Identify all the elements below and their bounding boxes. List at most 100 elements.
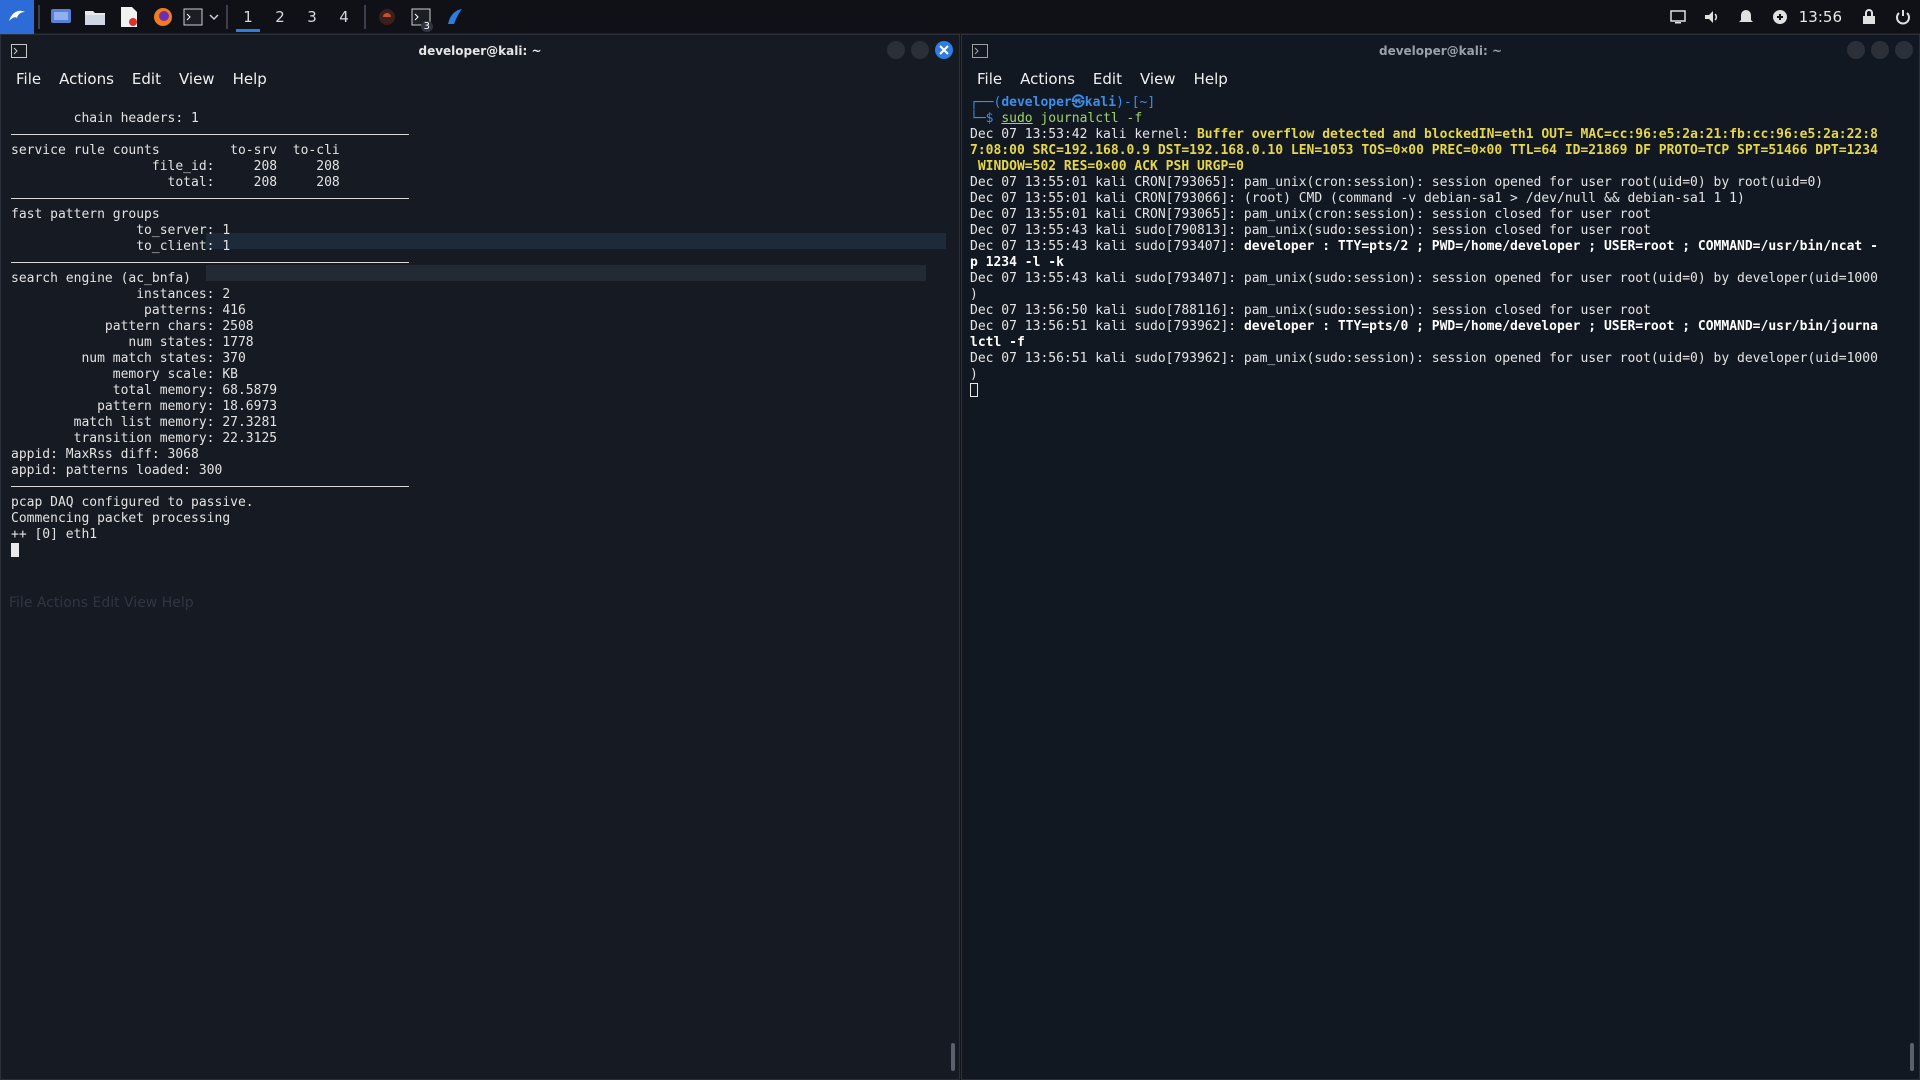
divider (11, 486, 409, 487)
log-line: Dec 07 13:55:43 kali sudo[790813]: pam_u… (970, 223, 1651, 238)
term-line: appid: patterns loaded: 300 (11, 463, 223, 478)
scrollbar[interactable] (951, 1043, 955, 1071)
term-line: match list memory: 27.3281 (11, 415, 278, 430)
file-manager-icon[interactable] (78, 0, 112, 34)
close-button[interactable] (935, 41, 953, 59)
workspace-label: 3 (307, 7, 317, 26)
maximize-button[interactable] (911, 41, 929, 59)
workspace-label: 4 (339, 7, 349, 26)
window-count-badge: 3 (420, 20, 433, 32)
window-titlebar[interactable]: developer@kali: ~ (1, 35, 959, 67)
minimize-button[interactable] (1847, 41, 1865, 59)
window-titlebar[interactable]: developer@kali: ~ (962, 35, 1919, 67)
log-line: Dec 07 13:55:01 kali CRON[793066]: (root… (970, 191, 1745, 206)
lock-icon[interactable] (1852, 0, 1886, 34)
maximize-button[interactable] (1871, 41, 1889, 59)
log-line: Dec 07 13:55:01 kali CRON[793065]: pam_u… (970, 175, 1824, 190)
text-cursor (11, 543, 19, 557)
term-line: ++ [0] eth1 (11, 527, 98, 542)
menubar: File Actions Edit View Help (962, 67, 1919, 91)
log-line: Dec 07 13:56:51 kali sudo[793962]: (970, 319, 1244, 334)
text-editor-icon[interactable] (112, 0, 146, 34)
workspace-2[interactable]: 2 (264, 0, 296, 34)
firefox-icon[interactable] (146, 0, 180, 34)
close-button[interactable] (1895, 41, 1913, 59)
log-line: Dec 07 13:56:51 kali sudo[793962]: pam_u… (970, 351, 1878, 382)
panel-separator (364, 4, 366, 29)
term-line: memory scale: KB (11, 367, 238, 382)
desktop-icon[interactable] (44, 0, 78, 34)
term-line: to_server: 1 (11, 223, 231, 238)
term-line: pattern memory: 18.6973 (11, 399, 278, 414)
prompt-line: ┌──(developer㉿kali)-[~] (970, 95, 1155, 110)
term-line: num match states: 370 (11, 351, 246, 366)
divider (11, 198, 409, 199)
term-line: total: 208 208 (11, 175, 340, 190)
clock[interactable]: 13:56 (1797, 8, 1852, 26)
wireshark-icon[interactable] (370, 0, 404, 34)
workspace-3[interactable]: 3 (296, 0, 328, 34)
term-line: file_id: 208 208 (11, 159, 340, 174)
power-icon[interactable] (1886, 0, 1920, 34)
notification-icon[interactable] (1729, 0, 1763, 34)
workspace-1[interactable]: 1 (232, 0, 264, 34)
prompt-user: developer㉿kali (1001, 95, 1117, 110)
log-line: Dec 07 13:55:43 kali sudo[793407]: (970, 239, 1244, 254)
window-title: developer@kali: ~ (418, 44, 542, 58)
menu-help[interactable]: Help (1185, 70, 1237, 88)
app-icon[interactable] (438, 0, 472, 34)
term-line: num states: 1778 (11, 335, 254, 350)
term-line: instances: 2 (11, 287, 231, 302)
command-text: journalctl -f (1032, 111, 1143, 126)
term-line: to_client: 1 (11, 239, 231, 254)
command-sudo: sudo (1001, 111, 1033, 126)
minimize-button[interactable] (887, 41, 905, 59)
prompt-frame: ┌──( (970, 95, 1002, 110)
window-title: developer@kali: ~ (1378, 44, 1503, 58)
term-line: chain headers: 1 (11, 111, 199, 126)
divider (11, 262, 409, 263)
term-line: service rule counts to-srv to-cli (11, 143, 340, 158)
log-line: Dec 07 13:56:50 kali sudo[788116]: pam_u… (970, 303, 1651, 318)
workspace-label: 2 (275, 7, 285, 26)
kali-menu-icon[interactable] (0, 0, 34, 34)
term-line: pattern chars: 2508 (11, 319, 254, 334)
menu-view[interactable]: View (1131, 70, 1185, 88)
prompt-dir: )-[~] (1116, 95, 1156, 110)
menu-file[interactable]: File (968, 70, 1011, 88)
log-line: Dec 07 13:53:42 kali kernel: (970, 127, 1197, 142)
prompt-arrow: └─$ (970, 111, 1002, 126)
terminal-window-right[interactable]: developer@kali: ~ File Actions Edit View… (961, 34, 1920, 1080)
workspace-label: 1 (243, 7, 253, 26)
system-tray: 13:56 (1661, 0, 1920, 34)
log-line: Dec 07 13:55:43 kali sudo[793407]: pam_u… (970, 271, 1878, 302)
panel-separator (38, 4, 40, 29)
menu-edit[interactable]: Edit (1084, 70, 1131, 88)
term-line: Commencing packet processing (11, 511, 231, 526)
volume-icon[interactable] (1695, 0, 1729, 34)
network-icon[interactable] (1763, 0, 1797, 34)
terminal-icon[interactable] (180, 0, 206, 34)
workspace-4[interactable]: 4 (328, 0, 360, 34)
terminal-group-icon[interactable]: 3 (404, 0, 438, 34)
terminal-output[interactable]: ┌──(developer㉿kali)-[~] └─$ sudo journal… (970, 95, 1911, 1079)
display-icon[interactable] (1661, 0, 1695, 34)
term-line: total memory: 68.5879 (11, 383, 278, 398)
term-line: pcap DAQ configured to passive. (11, 495, 254, 510)
term-line: appid: MaxRss diff: 3068 (11, 447, 199, 462)
term-line: patterns: 416 (11, 303, 246, 318)
panel-separator (226, 4, 228, 29)
terminal-window-left[interactable]: File Actions Edit View Help developer@ka… (0, 34, 960, 1080)
log-line: Dec 07 13:55:01 kali CRON[793065]: pam_u… (970, 207, 1651, 222)
terminal-output[interactable]: chain headers: 1 service rule counts to-… (11, 95, 945, 1079)
dropdown-icon[interactable] (206, 0, 222, 34)
scrollbar[interactable] (1910, 1043, 1914, 1071)
top-panel: 1 2 3 4 3 13:56 (0, 0, 1920, 34)
menu-actions[interactable]: Actions (1011, 70, 1084, 88)
text-cursor (970, 383, 978, 397)
divider (11, 134, 409, 135)
term-line: transition memory: 22.3125 (11, 431, 278, 446)
term-line: fast pattern groups (11, 207, 160, 222)
term-line: search engine (ac_bnfa) (11, 271, 192, 286)
close-icon (939, 45, 949, 55)
